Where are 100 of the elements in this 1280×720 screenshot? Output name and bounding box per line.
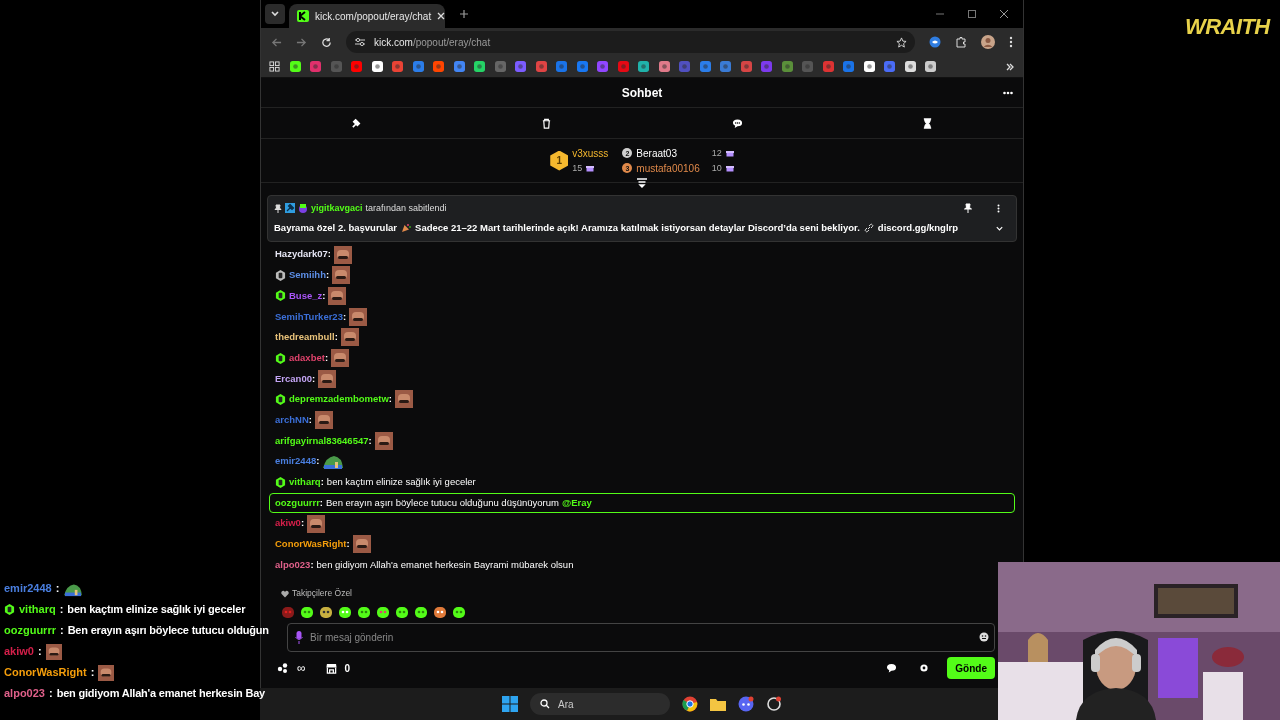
more-horizontal-icon[interactable] bbox=[1003, 91, 1013, 95]
close-icon[interactable] bbox=[999, 9, 1009, 19]
pinned-by-label: tarafından sabitlendi bbox=[365, 201, 447, 215]
mention-link[interactable]: @Eray bbox=[561, 495, 592, 510]
username: vitharq bbox=[289, 475, 321, 490]
avatar-icon[interactable] bbox=[981, 35, 995, 49]
emote-icon bbox=[328, 286, 347, 305]
colon-text: : bbox=[327, 247, 331, 262]
gavel-icon[interactable] bbox=[350, 117, 362, 129]
chevron-down-icon bbox=[270, 9, 280, 19]
emote-icon[interactable] bbox=[319, 605, 333, 619]
colon-text: : bbox=[388, 392, 392, 407]
message-text: ben kaçtım elinize sağlık iyi geceler bbox=[326, 475, 476, 490]
link[interactable]: discord.gg/knglrp bbox=[877, 221, 959, 236]
username: vitharq bbox=[19, 602, 56, 618]
chevron-double-right-icon[interactable] bbox=[1005, 61, 1015, 72]
emote-icon bbox=[45, 643, 62, 660]
address-bar[interactable]: kick.com/popout/eray/chat bbox=[346, 31, 915, 53]
maximize-icon[interactable] bbox=[967, 9, 977, 19]
username: Ercan00 bbox=[275, 371, 312, 386]
gift-icon bbox=[725, 164, 734, 172]
colon-text: : bbox=[342, 309, 347, 324]
emote-icon bbox=[332, 266, 351, 285]
rank-badge: 1 bbox=[550, 150, 569, 171]
browser-tab[interactable]: kick.com/popout/eray/chat bbox=[289, 4, 445, 28]
emote-icon[interactable] bbox=[395, 605, 409, 619]
logo: WRAITH bbox=[1185, 16, 1270, 38]
colon-text: : bbox=[37, 644, 42, 660]
emote-icon[interactable] bbox=[300, 605, 314, 619]
emote-icon[interactable] bbox=[357, 605, 371, 619]
pin-icon[interactable] bbox=[964, 203, 972, 214]
username: Semiihh bbox=[289, 268, 326, 283]
gift-count: 15 bbox=[572, 161, 583, 175]
forward-arrow-icon[interactable] bbox=[296, 36, 307, 48]
username: alpo023 bbox=[4, 686, 45, 702]
username: yigitkavgaci bbox=[311, 201, 363, 215]
gift-count: 12 bbox=[711, 146, 722, 160]
send-button[interactable]: Gönde bbox=[947, 657, 995, 679]
bookmark-icon[interactable] bbox=[371, 61, 383, 72]
emote-icon[interactable] bbox=[452, 605, 466, 619]
star-icon[interactable] bbox=[896, 36, 907, 48]
username: emir2448 bbox=[4, 581, 52, 597]
colon-text: : bbox=[90, 665, 95, 681]
emote-icon bbox=[307, 514, 326, 533]
new-tab-icon[interactable] bbox=[459, 9, 469, 19]
bookmark-icon[interactable] bbox=[863, 61, 875, 72]
emote-icon bbox=[98, 664, 115, 681]
colon-text: : bbox=[334, 330, 338, 345]
emote-icon[interactable] bbox=[433, 605, 447, 619]
colon-text: : bbox=[322, 288, 326, 303]
browser-icon[interactable] bbox=[682, 696, 698, 712]
emote-icon[interactable] bbox=[414, 605, 428, 619]
more-vertical-icon[interactable] bbox=[997, 203, 1000, 213]
badge-icon bbox=[298, 203, 308, 214]
colon-text: : bbox=[319, 495, 324, 510]
reload-icon[interactable] bbox=[321, 36, 332, 48]
settings-icon[interactable] bbox=[919, 663, 930, 673]
extension-icon[interactable] bbox=[929, 36, 941, 48]
message-text: Ben erayın aşırı böylece tutucu olduğun bbox=[67, 623, 269, 639]
bookmark-icon[interactable] bbox=[289, 61, 301, 72]
emote-icon bbox=[394, 390, 413, 409]
emoji-icon[interactable] bbox=[979, 632, 989, 642]
moderator-badge-icon bbox=[285, 203, 295, 214]
colon-text: : bbox=[312, 371, 316, 386]
apps-grid-icon[interactable] bbox=[269, 61, 280, 72]
message-text: Ben erayın aşırı böylece tutucu olduğunu düşünüyorum bbox=[326, 495, 559, 510]
colon-text: : bbox=[55, 581, 60, 597]
more-vertical-icon[interactable] bbox=[1009, 36, 1013, 48]
folder-icon[interactable] bbox=[710, 697, 726, 711]
search-icon bbox=[540, 699, 550, 709]
pinned-message-text: Bayrama özel 2. başvurular Sadece 21–22 Mart tarihlerinde açık! Aramıza katılmak istiyorsan detaylar Discord’da seni bekliyor. discord.gg/knglrp bbox=[274, 221, 959, 236]
app-icon[interactable] bbox=[766, 696, 782, 712]
points-icon[interactable] bbox=[277, 663, 289, 673]
bookmark-icon[interactable] bbox=[904, 61, 916, 72]
windows-start-icon[interactable] bbox=[502, 696, 518, 712]
scroll-down-icon[interactable] bbox=[636, 178, 648, 188]
trash-icon[interactable] bbox=[541, 117, 553, 129]
tab-list-button[interactable] bbox=[265, 4, 285, 24]
colon-text: : bbox=[308, 412, 312, 427]
chat-app-icon[interactable] bbox=[738, 696, 754, 712]
bookmark-icon[interactable] bbox=[925, 61, 936, 72]
back-arrow-icon[interactable] bbox=[271, 36, 282, 48]
chat-bubble-icon[interactable] bbox=[731, 117, 743, 129]
party-popper-icon bbox=[401, 223, 412, 234]
username: akiw0 bbox=[4, 644, 34, 660]
message-input[interactable]: Bir mesaj gönderin bbox=[287, 623, 995, 652]
username: thedreambull bbox=[275, 330, 335, 345]
emote-icon[interactable] bbox=[376, 605, 390, 619]
taskbar-search[interactable]: Ara bbox=[530, 693, 670, 715]
username: mustafa00106 bbox=[636, 161, 700, 176]
section-label: Takipçilere Özel bbox=[292, 587, 352, 600]
chat-bubble-icon[interactable] bbox=[886, 663, 898, 673]
emote-icon bbox=[334, 245, 352, 264]
colon-text: : bbox=[346, 537, 350, 552]
hourglass-icon[interactable] bbox=[922, 117, 934, 129]
username: ConorWasRight bbox=[4, 665, 87, 681]
puzzle-icon[interactable] bbox=[955, 36, 967, 48]
store-icon[interactable] bbox=[325, 662, 337, 674]
username: oozguurrr bbox=[4, 623, 56, 639]
emote-icon[interactable] bbox=[338, 605, 352, 619]
